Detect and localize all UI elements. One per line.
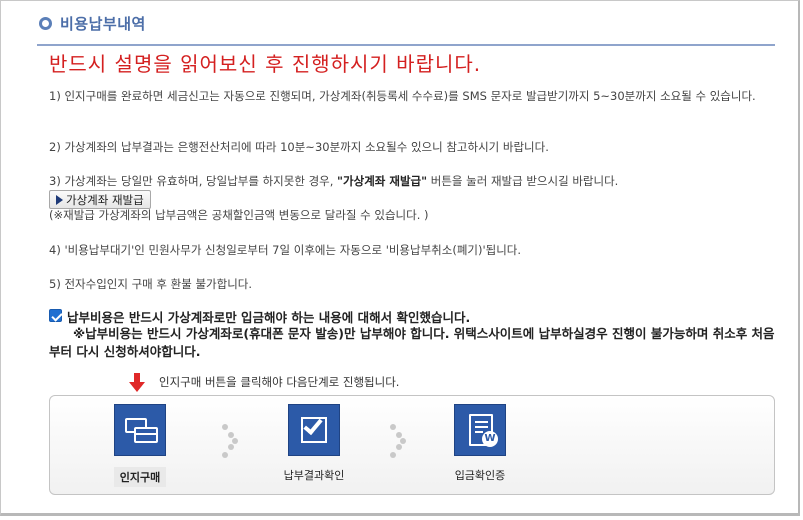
receipt-won-icon: W [454,404,506,456]
note-3-text: 3) 가상계좌는 당일만 유효하며, 당일납부를 하지못한 경우, [49,174,338,188]
chevron-right-icon [390,424,410,458]
circle-bullet-icon [39,17,52,30]
confirm-notice: ※납부비용는 반드시 가상계좌로(휴대폰 문자 발송)만 납부해야 합니다. 위… [49,326,775,359]
note-3-bold: "가상계좌 재발급" [337,174,428,188]
step-guide-text: 인지구매 버튼을 클릭해야 다음단계로 진행됩니다. [159,375,400,389]
step-deposit-receipt[interactable]: W 입금확인증 [440,404,520,483]
note-3-sub: (※재발급 가상계좌의 납부금액은 공채할인금액 변동으로 달라질 수 있습니다… [49,208,429,222]
play-triangle-icon [56,194,63,205]
panel-frame: 비용납부내역 반드시 설명을 읽어보신 후 진행하시기 바랍니다. 1) 인지구… [0,0,800,516]
confirm-checkbox[interactable] [49,309,62,322]
checkbox-icon [288,404,340,456]
section-title: 비용납부내역 [60,15,146,33]
step-stamp-purchase[interactable]: 인지구매 [100,404,180,487]
chevron-right-icon [222,424,242,458]
note-4: 4) '비용납부대기'인 민원사무가 신청일로부터 7일 이후에는 자동으로 '… [49,243,522,257]
step-label: 인지구매 [113,467,167,487]
note-3: 3) 가상계좌는 당일만 유효하며, 당일납부를 하지못한 경우, "가상계좌 … [49,172,777,190]
header-divider [37,44,775,46]
steps-panel: 인지구매 납부결과확인 W 입금확인증 [49,395,775,495]
step-label: 입금확인증 [454,469,506,482]
warning-message: 반드시 설명을 읽어보신 후 진행하시기 바랍니다. [49,52,482,76]
confirm-label: 납부비용은 반드시 가상계좌로만 입금해야 하는 내용에 대해서 확인했습니다. [67,310,471,325]
down-arrow-icon [129,373,145,393]
step-payment-result[interactable]: 납부결과확인 [274,404,354,483]
card-icon [114,404,166,456]
note-2: 2) 가상계좌의 납부결과는 은행전산처리에 따라 10분~30분까지 소요될수… [49,140,549,154]
note-5: 5) 전자수입인지 구매 후 환불 불가합니다. [49,277,253,291]
step-label: 납부결과확인 [283,469,345,482]
note-1: 1) 인지구매를 완료하면 세금신고는 자동으로 진행되며, 가상계좌(취등록세… [49,89,756,103]
section-header: 비용납부내역 [39,13,146,34]
note-3-text-end: 버튼을 눌러 재발급 받으시길 바랍니다. [427,174,619,188]
